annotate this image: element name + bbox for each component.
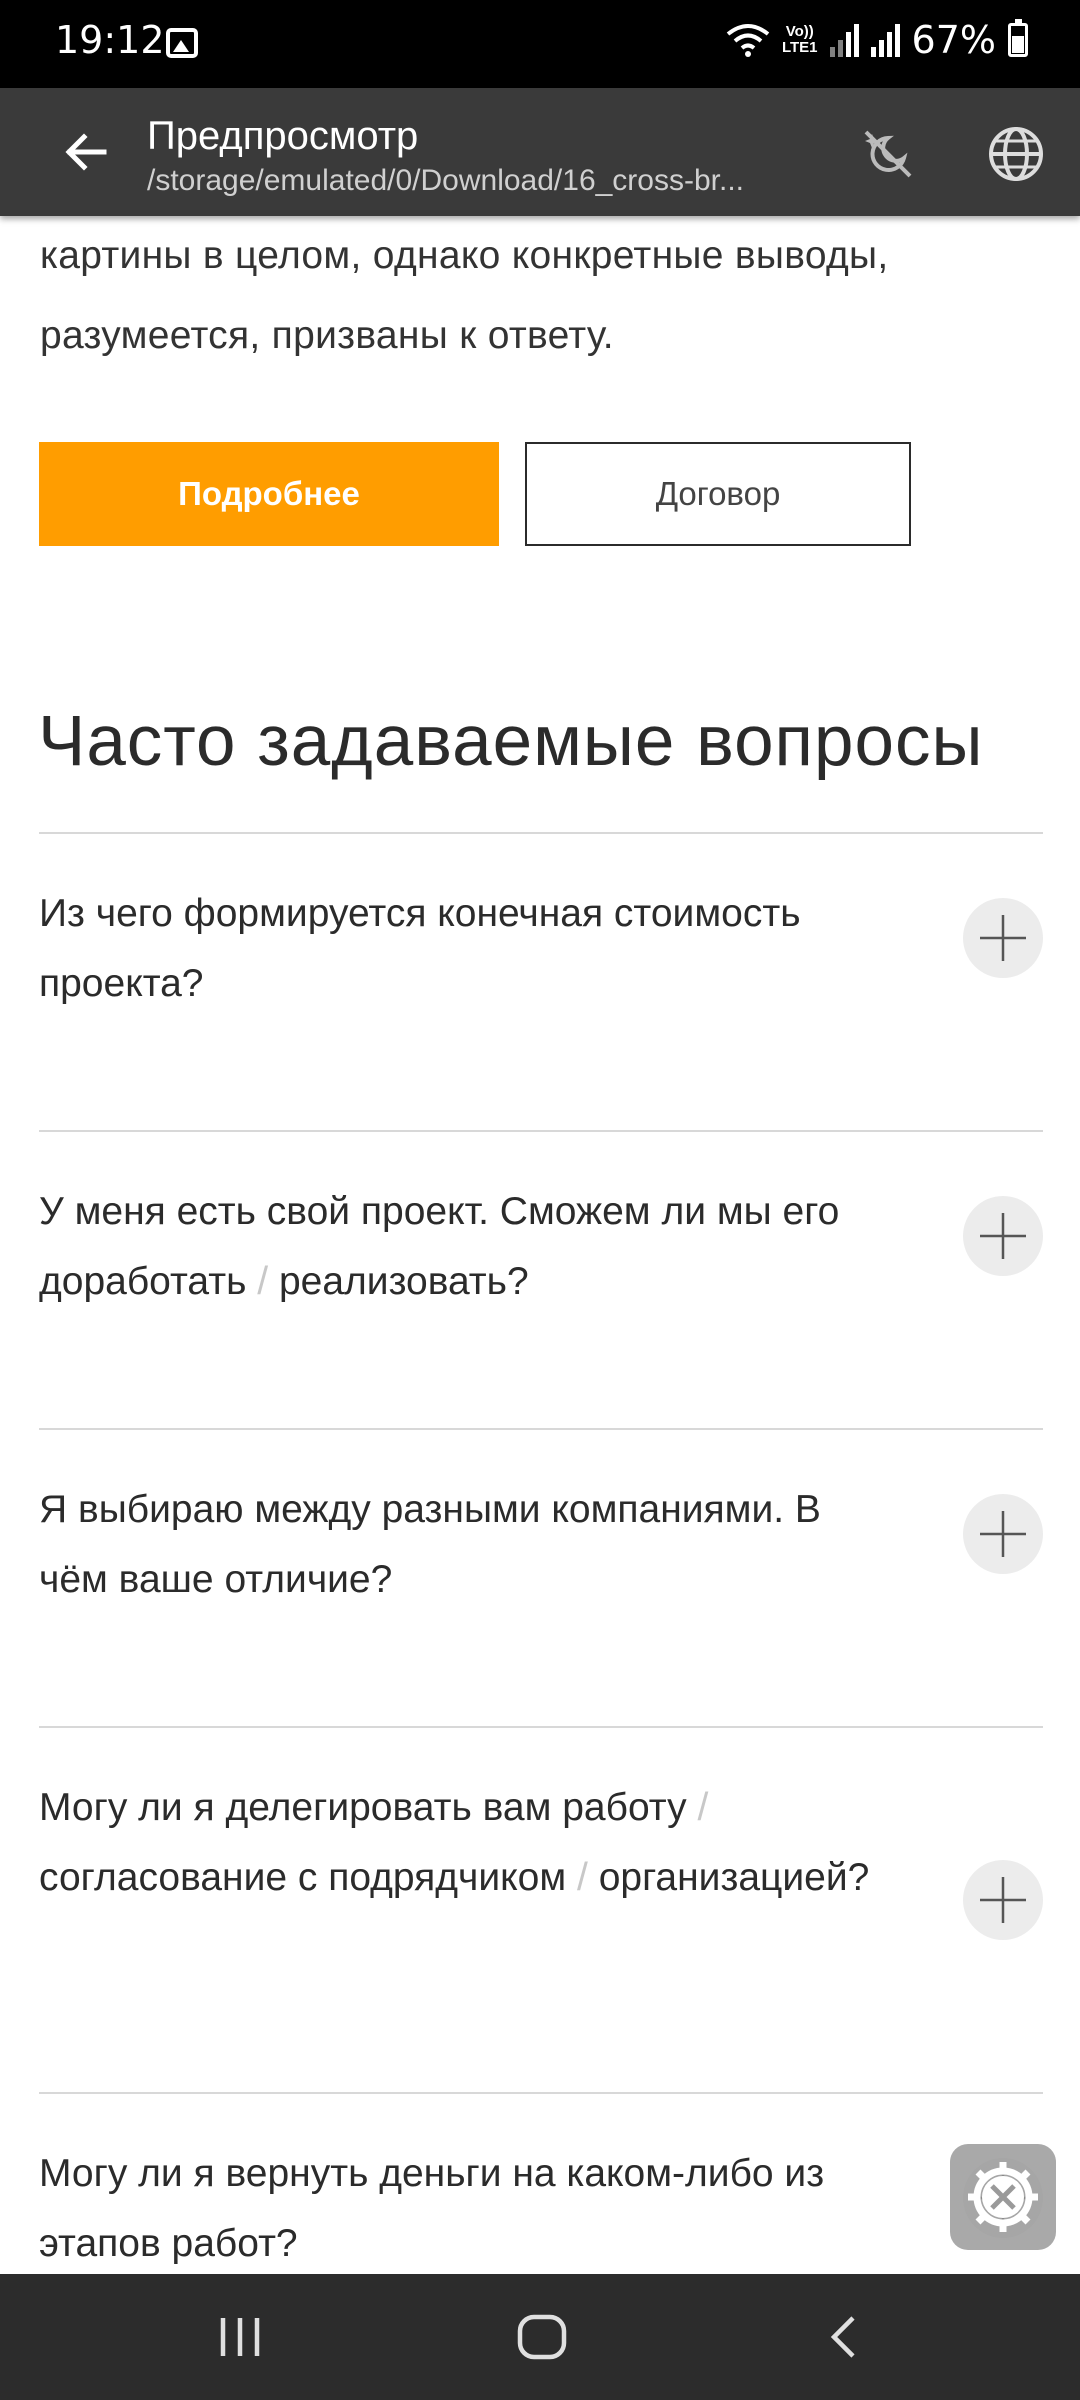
faq-question: Из чего формируется конечная стоимость п… — [39, 879, 879, 1019]
volte-bottom-label: LTE1 — [781, 39, 818, 56]
intro-paragraph: картины в целом, однако конкретные вывод… — [40, 234, 889, 357]
faq-separator: / — [697, 1786, 709, 1829]
arrow-back-icon — [65, 133, 107, 171]
back-nav-button[interactable] — [800, 2294, 890, 2380]
contract-button[interactable]: Договор — [525, 442, 911, 546]
home-icon — [517, 2314, 567, 2360]
faq-question-text: согласование с подрядчиком — [39, 1856, 567, 1899]
faq-question-text: Могу ли я делегировать вам работу — [39, 1786, 687, 1829]
faq-item[interactable]: Могу ли я вернуть деньги на каком-либо и… — [39, 2092, 1043, 2274]
tools-gear-icon — [968, 2162, 1038, 2232]
signal-icon-2 — [870, 23, 900, 57]
faq-heading: Часто задаваемые вопросы — [38, 702, 984, 781]
faq-expand-button[interactable] — [963, 1494, 1043, 1574]
chevron-left-icon — [830, 2316, 855, 2358]
faq-question-text: Я выбираю между разными компаниями. В чё… — [39, 1488, 821, 1601]
faq-item[interactable]: Могу ли я делегировать вам работу / согл… — [39, 1726, 1043, 2092]
floating-tools-button[interactable] — [950, 2144, 1056, 2250]
page-content: картины в целом, однако конкретные вывод… — [0, 216, 1080, 2274]
volte-indicator: Vo)) LTE1 — [782, 24, 818, 56]
faq-question-text: организацией? — [598, 1856, 870, 1899]
app-title: Предпросмотр — [147, 114, 419, 158]
wifi-icon — [726, 24, 770, 57]
faq-expand-button[interactable] — [963, 898, 1043, 978]
faq-question: Я выбираю между разными компаниями. В чё… — [39, 1475, 879, 1615]
globe-icon — [989, 127, 1043, 181]
plus-icon — [980, 1213, 1026, 1259]
battery-icon — [1008, 19, 1028, 57]
faq-question: Могу ли я вернуть деньги на каком-либо и… — [39, 2139, 879, 2274]
faq-expand-button[interactable] — [963, 1196, 1043, 1276]
faq-item[interactable]: Из чего формируется конечная стоимость п… — [39, 832, 1043, 1130]
gallery-notification-icon — [166, 28, 198, 58]
faq-question: У меня есть свой проект. Сможем ли мы ег… — [39, 1177, 879, 1317]
faq-item[interactable]: Я выбираю между разными компаниями. В чё… — [39, 1428, 1043, 1726]
more-button[interactable]: Подробнее — [39, 442, 499, 546]
language-button[interactable] — [980, 118, 1052, 190]
faq-item[interactable]: У меня есть свой проект. Сможем ли мы ег… — [39, 1130, 1043, 1428]
battery-percent: 67% — [911, 18, 996, 62]
volte-top-label: Vo)) — [785, 23, 814, 40]
faq-expand-button[interactable] — [963, 1860, 1043, 1940]
recent-apps-icon — [220, 2318, 260, 2356]
plus-icon — [980, 1877, 1026, 1923]
faq-question-text: реализовать? — [278, 1260, 529, 1303]
status-icons: Vo)) LTE1 67% — [726, 18, 1028, 62]
faq-separator: / — [577, 1856, 599, 1899]
status-time: 19:12 — [55, 18, 165, 62]
status-bar: 19:12 Vo)) LTE1 67% — [0, 0, 1080, 88]
faq-question-text: Из чего формируется конечная стоимость п… — [39, 892, 801, 1005]
plus-icon — [980, 915, 1026, 961]
home-button[interactable] — [497, 2294, 587, 2380]
faq-question-text: Могу ли я вернуть деньги на каком-либо и… — [39, 2152, 825, 2265]
navigation-bar — [0, 2274, 1080, 2400]
faq-separator: / — [257, 1260, 279, 1303]
theme-toggle-button[interactable] — [852, 118, 924, 190]
app-bar: Предпросмотр /storage/emulated/0/Downloa… — [0, 88, 1080, 216]
back-button[interactable] — [50, 116, 122, 188]
file-path: /storage/emulated/0/Download/16_cross-br… — [147, 164, 744, 197]
theme-toggle-icon — [864, 130, 912, 178]
faq-question: Могу ли я делегировать вам работу / согл… — [39, 1773, 879, 1913]
recent-apps-button[interactable] — [195, 2294, 285, 2380]
plus-icon — [980, 1511, 1026, 1557]
signal-icon-1 — [829, 23, 859, 57]
